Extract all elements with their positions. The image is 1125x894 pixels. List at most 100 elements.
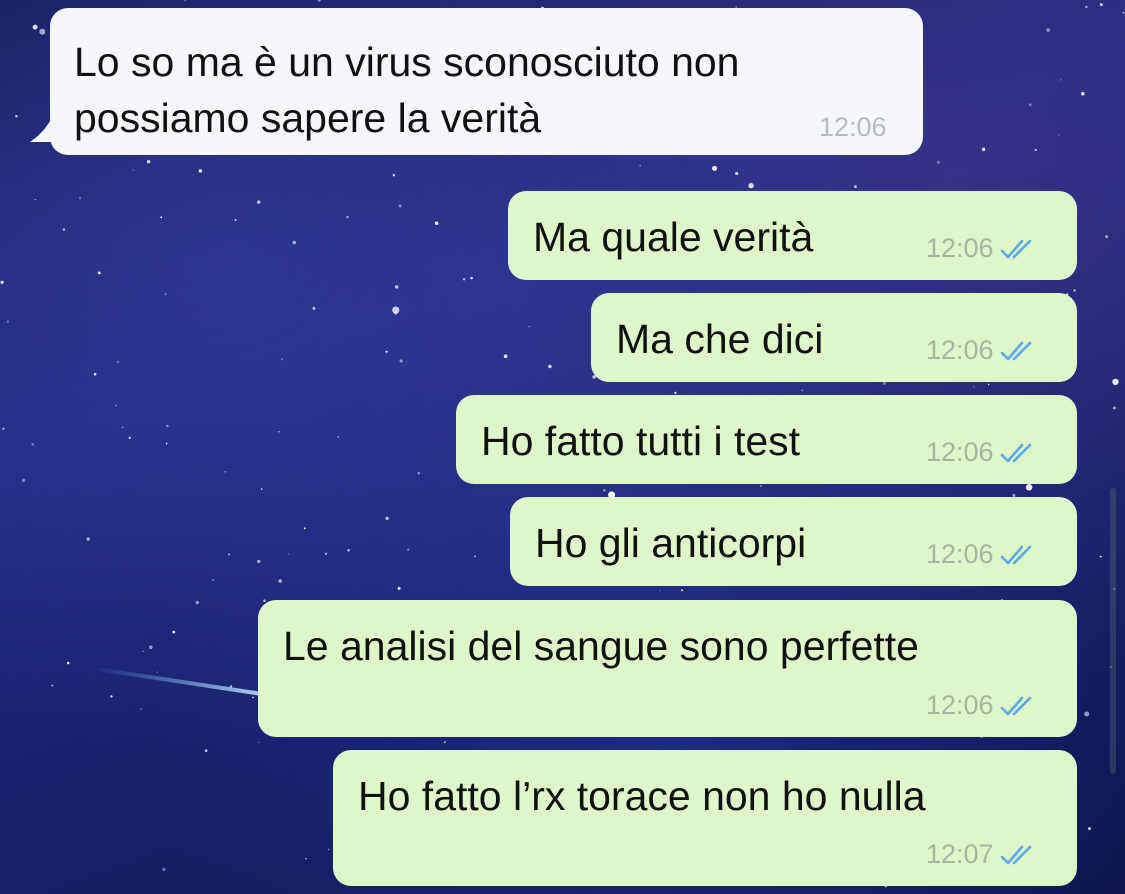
star <box>212 579 214 581</box>
star <box>712 165 718 171</box>
star <box>260 488 263 490</box>
star <box>149 645 153 649</box>
star <box>1060 79 1062 81</box>
star <box>882 381 886 385</box>
star <box>78 197 82 200</box>
read-receipt-icon <box>1000 443 1031 462</box>
star <box>1122 11 1125 14</box>
star <box>639 164 641 167</box>
scrollbar[interactable] <box>1110 488 1116 774</box>
star <box>165 442 168 445</box>
star <box>681 589 684 592</box>
star <box>278 431 280 433</box>
star <box>392 174 396 177</box>
star <box>228 553 231 556</box>
incoming-bubble-tail <box>30 100 70 142</box>
star <box>229 685 233 688</box>
star <box>317 0 321 2</box>
star <box>142 650 144 652</box>
star <box>39 28 46 35</box>
message-time: 12:06 <box>926 335 994 365</box>
star <box>397 586 401 590</box>
star <box>674 391 677 395</box>
message-text: Ho fatto l’rx torace non ho nulla <box>358 773 926 819</box>
star <box>2 427 5 431</box>
message-meta: 12:06 <box>819 112 887 143</box>
star <box>395 285 399 289</box>
message-meta: 12:07 <box>926 839 1038 870</box>
incoming-message[interactable]: Lo so ma è un virus sconosciuto non poss… <box>50 8 923 155</box>
message-time: 12:06 <box>926 539 994 569</box>
star <box>346 215 349 219</box>
message-meta: 12:06 <box>926 690 1038 721</box>
star <box>854 185 857 189</box>
star <box>115 404 117 407</box>
star <box>66 661 70 665</box>
message-time: 12:06 <box>926 690 994 720</box>
star <box>62 228 66 231</box>
star <box>1084 711 1090 717</box>
shooting-star <box>88 666 264 696</box>
outgoing-message[interactable]: Le analisi del sangue sono perfette 12:0… <box>258 600 1077 737</box>
star <box>982 147 986 151</box>
star <box>470 276 473 280</box>
star <box>548 364 552 369</box>
star <box>305 857 307 860</box>
star <box>31 443 34 446</box>
star <box>801 389 803 391</box>
star <box>195 601 199 605</box>
outgoing-message[interactable]: Ma quale verità 12:06 <box>508 191 1077 280</box>
star <box>385 350 388 353</box>
read-receipt-icon <box>1000 545 1031 564</box>
star <box>110 695 113 698</box>
star <box>1057 134 1060 136</box>
star <box>1025 484 1033 491</box>
star <box>281 358 283 361</box>
star <box>417 472 420 475</box>
star <box>462 278 466 281</box>
star <box>327 848 330 851</box>
star <box>347 548 350 552</box>
star <box>97 271 101 275</box>
outgoing-message[interactable]: Ho fatto tutti i test 12:06 <box>456 395 1077 484</box>
star <box>1081 92 1085 96</box>
message-time: 12:06 <box>926 437 994 467</box>
star <box>288 553 290 555</box>
star <box>122 426 124 428</box>
star <box>312 306 316 310</box>
message-text: Ma che dici <box>616 316 824 362</box>
star <box>1112 378 1119 386</box>
star <box>198 169 203 173</box>
star <box>1105 235 1109 239</box>
star <box>22 478 26 482</box>
message-meta: 12:06 <box>926 233 1038 264</box>
star <box>735 172 739 175</box>
star <box>6 320 9 323</box>
star <box>988 383 990 386</box>
message-text-line-2: possiamo sapere la verità <box>74 95 542 141</box>
outgoing-message[interactable]: Ho fatto l’rx torace non ho nulla 12:07 <box>333 750 1077 886</box>
star <box>164 293 167 296</box>
star <box>936 160 940 164</box>
star <box>1034 148 1037 152</box>
star <box>398 204 402 208</box>
star <box>278 579 283 583</box>
star <box>258 741 260 744</box>
star <box>257 559 261 564</box>
star <box>1099 555 1102 558</box>
star <box>0 280 4 284</box>
message-text: Le analisi del sangue sono perfette <box>283 623 919 669</box>
message-time: 12:07 <box>926 839 994 869</box>
star <box>1028 103 1032 107</box>
outgoing-message[interactable]: Ho gli anticorpi 12:06 <box>510 497 1077 586</box>
star <box>603 489 606 492</box>
star <box>1100 3 1103 6</box>
outgoing-message[interactable]: Ma che dici 12:06 <box>591 293 1077 382</box>
star <box>760 485 762 487</box>
star <box>252 696 254 699</box>
star <box>184 0 186 2</box>
star <box>257 200 261 204</box>
star <box>116 360 120 364</box>
star <box>1046 28 1050 32</box>
star <box>528 325 530 328</box>
